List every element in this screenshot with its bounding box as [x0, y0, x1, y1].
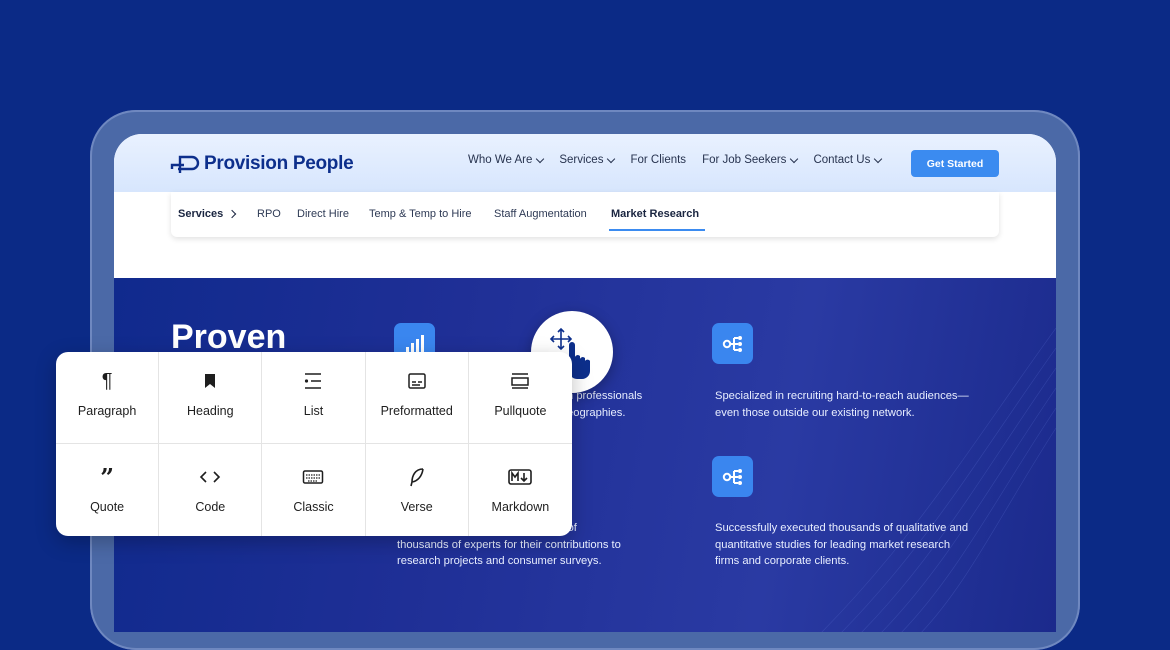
bookmark-icon: [203, 370, 217, 392]
site-header: Provision People Who We Are Services For…: [114, 134, 1056, 192]
feature-icon-4: [712, 456, 753, 497]
block-heading[interactable]: Heading: [159, 352, 263, 444]
nav-item-contact-us[interactable]: Contact Us: [813, 154, 883, 166]
block-markdown[interactable]: Markdown: [469, 444, 572, 536]
preformatted-icon: [407, 370, 427, 392]
feature-line: Specialized in recruiting hard-to-reach …: [715, 390, 969, 402]
wave-lines-decoration: [821, 327, 1056, 632]
get-started-button[interactable]: Get Started: [911, 150, 999, 177]
nav-item-for-job-seekers[interactable]: For Job Seekers: [702, 154, 799, 166]
subnav-item-staff-augmentation[interactable]: Staff Augmentation: [494, 208, 587, 220]
block-label: Quote: [90, 500, 125, 514]
feature-line: thousands of experts for their contribut…: [397, 538, 621, 551]
pilcrow-icon: ¶: [101, 369, 113, 392]
block-label: Verse: [400, 500, 433, 514]
block-inserter-palette: ¶ Paragraph Heading List Preformatted Pu…: [56, 352, 572, 536]
nav-item-services[interactable]: Services: [559, 154, 616, 166]
feature-line: quantitative studies for leading market …: [715, 538, 951, 551]
subnav-item-market-research[interactable]: Market Research: [611, 208, 699, 220]
block-classic[interactable]: Classic: [262, 444, 366, 536]
nav-label: Services: [559, 154, 604, 166]
subnav-label: Services: [178, 208, 224, 220]
nav-label: For Job Seekers: [702, 154, 787, 166]
nav-label: For Clients: [630, 154, 687, 166]
block-pullquote[interactable]: Pullquote: [468, 352, 572, 444]
subnav-item-temp-to-hire[interactable]: Temp & Temp to Hire: [369, 208, 472, 220]
feature-text-4: Successfully executed thousands of quali…: [715, 520, 995, 570]
block-paragraph[interactable]: ¶ Paragraph: [56, 352, 160, 444]
list-icon: [303, 370, 323, 392]
block-label: Pullquote: [494, 404, 547, 418]
subnav-item-direct-hire[interactable]: Direct Hire: [297, 208, 349, 220]
network-nodes-icon: [722, 468, 742, 485]
services-subnav: Services RPO Direct Hire Temp & Temp to …: [171, 192, 999, 237]
nav-item-who-we-are[interactable]: Who We Are: [468, 154, 545, 166]
subnav-label-services[interactable]: Services: [178, 208, 237, 220]
nav-label: Contact Us: [813, 154, 871, 166]
nav-item-for-clients[interactable]: For Clients: [630, 154, 686, 166]
feature-text-2: Specialized in recruiting hard-to-reach …: [715, 388, 995, 421]
markdown-icon: [508, 466, 533, 488]
nav-label: Who We Are: [468, 154, 533, 166]
pullquote-icon: [510, 370, 530, 392]
feature-line: Successfully executed thousands of quali…: [715, 522, 969, 534]
brand-logo[interactable]: Provision People: [170, 151, 354, 177]
feature-icon-2: [712, 323, 753, 364]
block-label: Classic: [293, 500, 334, 514]
keyboard-icon: [302, 466, 324, 488]
block-code[interactable]: Code: [159, 444, 263, 536]
quote-icon: ”: [100, 462, 114, 492]
feature-line: firms and corporate clients.: [715, 555, 850, 567]
block-preformatted[interactable]: Preformatted: [365, 352, 469, 444]
block-quote[interactable]: ” Quote: [56, 444, 160, 536]
feature-line: research projects and consumer surveys.: [397, 555, 602, 567]
block-label: Code: [195, 500, 226, 514]
chevron-right-icon: [228, 209, 237, 219]
feature-line: even those outside our existing network.: [715, 406, 915, 419]
block-label: Paragraph: [77, 404, 137, 418]
block-label: Heading: [187, 404, 234, 418]
block-list[interactable]: List: [262, 352, 366, 444]
chevron-down-icon: [536, 154, 545, 163]
active-tab-underline: [609, 229, 705, 231]
network-nodes-icon: [722, 335, 742, 352]
subnav-item-rpo[interactable]: RPO: [257, 208, 281, 220]
chevron-down-icon: [874, 154, 883, 163]
block-label: Markdown: [491, 500, 550, 514]
brand-name: Provision People: [204, 153, 354, 174]
block-label: List: [303, 404, 324, 418]
logo-mark-icon: [170, 155, 200, 173]
feather-icon: [409, 466, 425, 488]
block-verse[interactable]: Verse: [366, 444, 469, 536]
code-icon: [199, 466, 221, 488]
chevron-down-icon: [607, 154, 616, 163]
block-label: Preformatted: [380, 404, 453, 418]
chevron-down-icon: [790, 154, 799, 163]
main-nav: Who We Are Services For Clients For Job …: [468, 154, 897, 166]
